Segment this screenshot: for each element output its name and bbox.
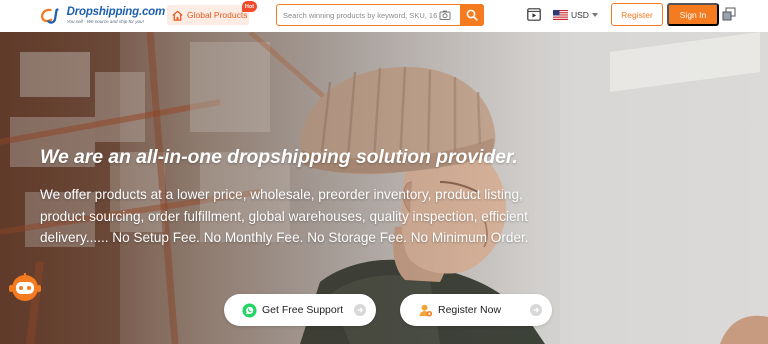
chevron-down-icon bbox=[591, 13, 598, 17]
video-icon[interactable] bbox=[527, 8, 541, 21]
logo-name: Dropshipping.com bbox=[66, 5, 166, 18]
arrow-right-icon bbox=[354, 304, 366, 316]
hot-badge: Hot bbox=[242, 1, 257, 12]
chatbot-icon[interactable] bbox=[7, 272, 43, 304]
camera-icon[interactable] bbox=[439, 9, 451, 21]
logo-mark-icon bbox=[41, 8, 59, 24]
home-icon bbox=[172, 10, 183, 21]
register-button[interactable]: Register bbox=[611, 3, 663, 26]
hero-description: We offer products at a lower price, whol… bbox=[40, 187, 529, 245]
whatsapp-icon bbox=[242, 302, 257, 318]
register-now-label: Register Now bbox=[438, 304, 502, 316]
get-free-support-label: Get Free Support bbox=[262, 304, 344, 316]
currency-label: USD bbox=[571, 10, 589, 20]
arrow-right-icon bbox=[530, 304, 542, 316]
get-free-support-button[interactable]: Get Free Support bbox=[224, 294, 376, 326]
logo-tagline: You sell - We source and ship for you! bbox=[66, 19, 144, 25]
top-header: Dropshipping.com You sell - We source an… bbox=[0, 0, 768, 32]
site-logo[interactable]: Dropshipping.com You sell - We source an… bbox=[40, 3, 165, 29]
window-icon[interactable] bbox=[722, 7, 736, 21]
currency-selector[interactable]: USD bbox=[553, 8, 598, 22]
global-products-button[interactable]: Global Products bbox=[167, 5, 249, 25]
hero-banner: We are an all-in-one dropshipping soluti… bbox=[0, 32, 768, 344]
user-icon bbox=[419, 304, 433, 317]
search-icon bbox=[466, 9, 478, 21]
us-flag-icon bbox=[553, 10, 568, 20]
hero-title: We are an all-in-one dropshipping soluti… bbox=[40, 146, 518, 168]
search-bar bbox=[276, 3, 484, 26]
search-button[interactable] bbox=[460, 3, 484, 26]
register-now-button[interactable]: Register Now bbox=[400, 294, 552, 326]
search-input[interactable] bbox=[277, 10, 437, 20]
global-products-label: Global Products bbox=[187, 10, 248, 20]
sign-in-button[interactable]: Sign In bbox=[667, 3, 719, 26]
